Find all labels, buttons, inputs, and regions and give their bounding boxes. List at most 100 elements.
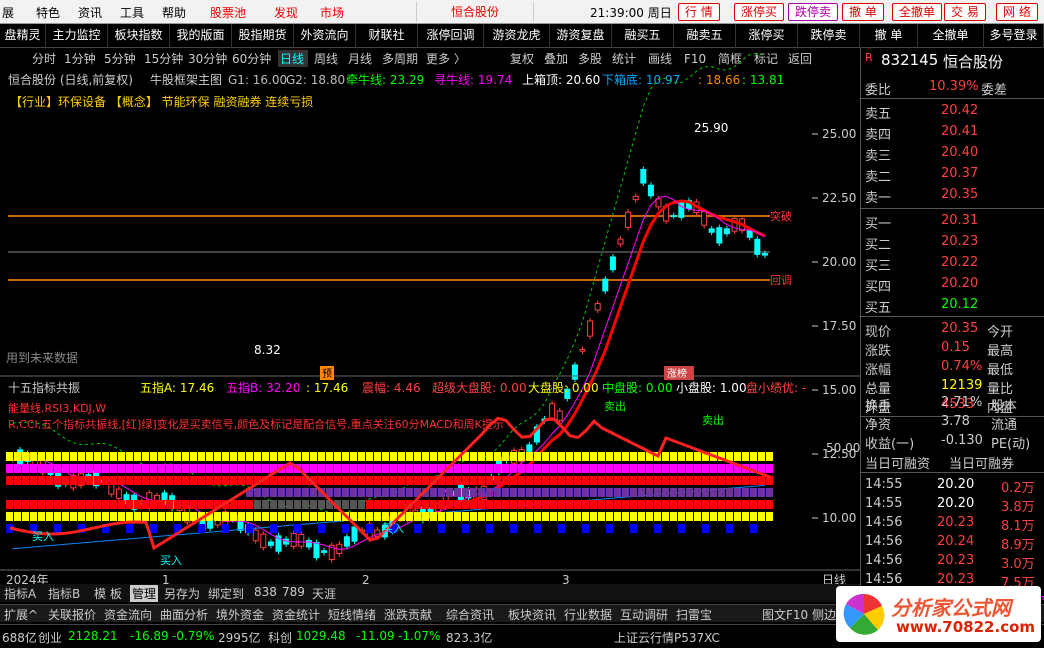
tab-save-as[interactable]: 另存为 <box>164 585 200 602</box>
bid-row[interactable]: 买三 20.22 <box>861 254 1044 274</box>
chinext-label[interactable]: 创业 <box>38 629 62 646</box>
tab-bind[interactable]: 绑定到 <box>208 585 244 602</box>
market-button[interactable]: 市场 <box>320 4 344 21</box>
chart-area[interactable]: 分时 1分钟 5分钟 15分钟 30分钟 60分钟 日线 周线 月线 多周期 更… <box>0 48 860 600</box>
func-side[interactable]: 侧边 <box>812 606 836 623</box>
toolbar-item[interactable]: 全撤单 <box>918 24 984 48</box>
ask-row[interactable]: 卖三 20.40 <box>861 144 1044 164</box>
func-sector-news[interactable]: 板块资讯 <box>508 606 556 623</box>
tab-789[interactable]: 789 <box>282 585 305 599</box>
signal-cell <box>502 488 509 497</box>
y-tick-label: 15.00 <box>822 383 856 397</box>
toolbar-item[interactable]: 游资复盘 <box>550 24 612 48</box>
func-foreign-money[interactable]: 境外资金 <box>216 606 264 623</box>
signal-cell <box>246 476 253 485</box>
candle <box>761 253 768 256</box>
signal-cell <box>478 512 485 521</box>
candle <box>746 230 753 238</box>
func-related-quote[interactable]: 关联报价 <box>48 606 96 623</box>
func-industry-data[interactable]: 行业数据 <box>564 606 612 623</box>
toolbar-item[interactable]: 涨停回调 <box>418 24 484 48</box>
func-short-mood[interactable]: 短线情绪 <box>328 606 376 623</box>
signal-cell <box>182 476 189 485</box>
toolbar-item[interactable]: 涨停买 <box>736 24 798 48</box>
toolbar-item[interactable]: 外资流向 <box>294 24 356 48</box>
toolbar-item[interactable]: 股指期货 <box>232 24 294 48</box>
toolbar-item[interactable]: 主力监控 <box>46 24 108 48</box>
toolbar-item[interactable]: 融卖五 <box>674 24 736 48</box>
signal-cell <box>342 464 349 473</box>
signal-cell <box>462 464 469 473</box>
tab-template[interactable]: 模 板 <box>94 585 122 602</box>
func-money-flow[interactable]: 资金流向 <box>104 606 152 623</box>
signal-cell <box>54 452 61 461</box>
menu-item-news[interactable]: 资讯 <box>78 4 102 21</box>
toolbar-item[interactable]: 融买五 <box>612 24 674 48</box>
bid-row[interactable]: 买五 20.12 <box>861 296 1044 316</box>
toolbar-item[interactable]: 多号登录 <box>984 24 1044 48</box>
menu-item-extend[interactable]: 展 <box>2 4 14 21</box>
signal-cell <box>278 488 285 497</box>
star-label[interactable]: 科创 <box>268 629 292 646</box>
signal-cell <box>270 452 277 461</box>
signal-cell <box>286 512 293 521</box>
func-mine-sweeper[interactable]: 扫雷宝 <box>676 606 712 623</box>
toolbar-item[interactable]: 撤 单 <box>860 24 918 48</box>
func-interactive[interactable]: 互动调研 <box>620 606 668 623</box>
network-button[interactable]: 网 络 <box>996 3 1038 21</box>
signal-cell <box>486 488 493 497</box>
news-ticker[interactable]: 上证云行情P537XC <box>614 629 720 646</box>
signal-cell <box>422 476 429 485</box>
ask-row[interactable]: 卖二 20.37 <box>861 165 1044 185</box>
candle <box>549 403 556 419</box>
sub-y-tick: 50.00 <box>826 441 860 455</box>
discover-button[interactable]: 发现 <box>274 4 298 21</box>
limit-down-sell-button[interactable]: 跌停卖 <box>788 3 839 21</box>
toolbar-item[interactable]: 跌停卖 <box>798 24 860 48</box>
quote-button[interactable]: 行 情 <box>678 3 720 21</box>
menu-item-tools[interactable]: 工具 <box>120 4 144 21</box>
func-contribution[interactable]: 涨跌贡献 <box>384 606 432 623</box>
signal-cell <box>358 488 365 497</box>
func-extend[interactable]: 扩展^ <box>4 606 38 623</box>
bid-row[interactable]: 买四 20.20 <box>861 275 1044 295</box>
ask-row[interactable]: 卖四 20.41 <box>861 123 1044 143</box>
stock-pool-button[interactable]: 股票池 <box>210 4 246 21</box>
tab-manage[interactable]: 管理 <box>130 585 159 602</box>
signal-cell <box>150 524 157 533</box>
tab-838[interactable]: 838 <box>254 585 277 599</box>
toolbar-item[interactable]: 板块指数 <box>108 24 170 48</box>
ask-row[interactable]: 卖五 20.42 <box>861 102 1044 122</box>
func-f10[interactable]: 图文F10 <box>762 606 808 623</box>
signal-cell <box>246 464 253 473</box>
func-news[interactable]: 综合资讯 <box>446 606 494 623</box>
signal-cell <box>446 476 453 485</box>
func-money-stats[interactable]: 资金统计 <box>272 606 320 623</box>
toolbar-item[interactable]: 盘精灵 <box>0 24 46 48</box>
trade-button[interactable]: 交 易 <box>944 3 986 21</box>
tab-indicator-b[interactable]: 指标B <box>48 585 80 602</box>
signal-cell <box>366 512 373 521</box>
signal-cell <box>158 452 165 461</box>
toolbar-item[interactable]: 财联社 <box>356 24 418 48</box>
cancel-order-button[interactable]: 撤 单 <box>842 3 884 21</box>
candlestick-chart[interactable]: 分时 1分钟 5分钟 15分钟 30分钟 60分钟 日线 周线 月线 多周期 更… <box>0 48 860 600</box>
ask-row[interactable]: 卖一 20.35 <box>861 186 1044 206</box>
signal-cell <box>606 500 613 509</box>
tab-indicator-a[interactable]: 指标A <box>4 585 36 602</box>
signal-cell <box>198 524 205 533</box>
signal-cell <box>534 452 541 461</box>
bid-row[interactable]: 买一 20.31 <box>861 212 1044 232</box>
tab-tianya[interactable]: 天涯 <box>312 585 336 602</box>
toolbar-item[interactable]: 游资龙虎 <box>484 24 550 48</box>
chart-title: 恒合股份 (日线,前复权) <box>8 72 133 87</box>
sub-desc-2: R,CCI,五个指标共振线,[红]绿]变化是买卖信号,颜色及标记是配合信号,重点… <box>8 417 504 431</box>
cancel-all-button[interactable]: 全撤单 <box>892 3 943 21</box>
limit-up-buy-button[interactable]: 涨停买 <box>734 3 785 21</box>
signal-cell <box>326 464 333 473</box>
menu-item-help[interactable]: 帮助 <box>162 4 186 21</box>
bid-row[interactable]: 买二 20.23 <box>861 233 1044 253</box>
toolbar-item[interactable]: 我的版面 <box>170 24 232 48</box>
func-surface-analysis[interactable]: 曲面分析 <box>160 606 208 623</box>
menu-item-special[interactable]: 特色 <box>36 4 60 21</box>
